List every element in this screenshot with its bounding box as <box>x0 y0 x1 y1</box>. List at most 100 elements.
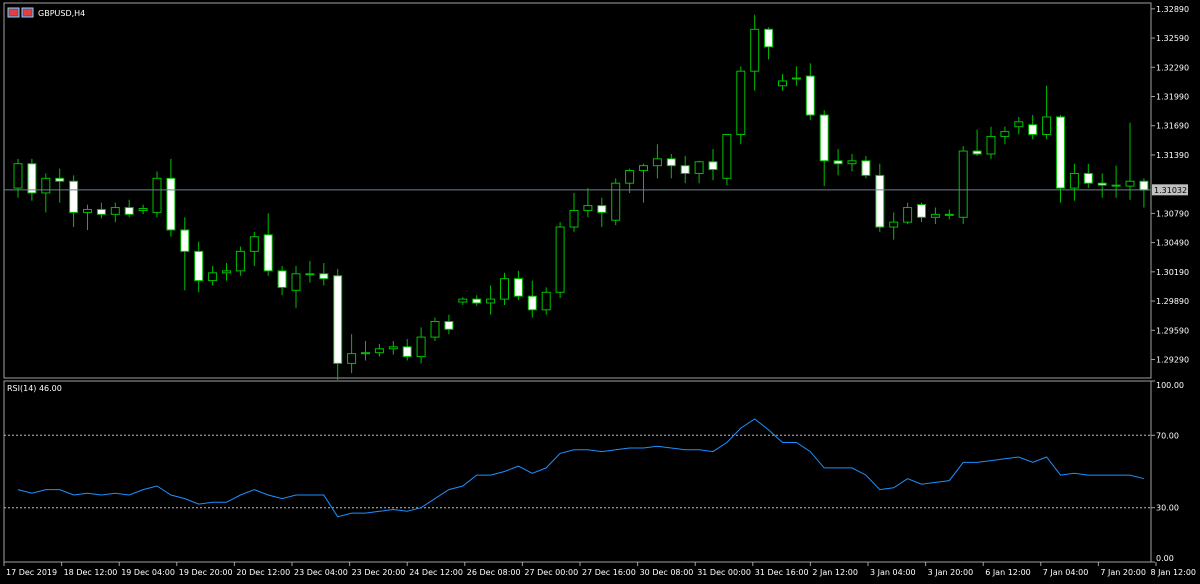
candle-body <box>778 80 787 87</box>
candle-body <box>124 207 134 215</box>
candle-body <box>889 221 899 228</box>
time-tick-label: 19 Dec 20:00 <box>179 568 233 577</box>
candle-body <box>1125 180 1135 187</box>
candle-body <box>402 346 412 358</box>
candle-body <box>1111 184 1121 187</box>
time-tick-label: 6 Jan 12:00 <box>985 568 1031 577</box>
candle-body <box>138 208 148 211</box>
candle-body <box>1069 172 1079 189</box>
time-tick-label: 26 Dec 08:00 <box>467 568 521 577</box>
candle-body <box>791 77 801 80</box>
candle-body <box>333 275 343 364</box>
candle-body <box>639 165 648 172</box>
candle-body <box>166 177 176 231</box>
candle-body <box>180 229 190 252</box>
candle-body <box>249 236 259 252</box>
time-tick-label: 31 Dec 00:00 <box>697 568 751 577</box>
time-tick-label: 3 Jan 04:00 <box>870 568 916 577</box>
candle-body <box>1056 116 1065 189</box>
candle-body <box>1042 116 1052 135</box>
rsi-tick-label: 100.00 <box>1156 381 1184 390</box>
candle-body <box>263 234 273 272</box>
candle-body <box>611 182 621 221</box>
trading-chart[interactable]: GBPUSD,H4 1.32890 1.32590 1.32290 1.31990 1.… <box>0 0 1200 584</box>
current-price-tag: 1.31032 <box>1152 184 1188 196</box>
chart-background <box>0 0 1200 584</box>
candle-body <box>500 278 509 300</box>
candle <box>333 268 343 380</box>
candle-body <box>750 28 760 72</box>
candle <box>958 146 968 225</box>
candle-body <box>833 160 843 165</box>
price-tick-label: 1.31390 <box>1156 151 1189 160</box>
candle-body <box>458 298 468 303</box>
candle-body <box>819 114 829 162</box>
candle-body <box>305 273 315 276</box>
rsi-tick-label: 70.00 <box>1156 431 1179 440</box>
candle-body <box>1139 180 1149 191</box>
rsi-header: RSI(14) 46.00 <box>7 384 62 393</box>
candle-body <box>625 170 635 184</box>
candle-body <box>680 165 690 174</box>
price-tick-label: 1.30490 <box>1156 239 1189 248</box>
candle <box>430 317 440 341</box>
candle-body <box>374 348 384 354</box>
candle-body <box>944 213 954 216</box>
time-tick-label: 27 Dec 16:00 <box>582 568 636 577</box>
candle-body <box>416 336 426 358</box>
price-tick-label: 1.29890 <box>1156 297 1189 306</box>
candle-body <box>41 177 51 194</box>
price-tick-label: 1.32590 <box>1156 34 1189 43</box>
price-tick-label: 1.29290 <box>1156 355 1189 364</box>
candle <box>611 178 621 226</box>
time-tick-label: 7 Jan 20:00 <box>1100 568 1146 577</box>
time-tick-label: 17 Dec 2019 <box>6 568 57 577</box>
candle-body <box>597 205 607 213</box>
candle-body <box>527 295 537 311</box>
candle-body <box>222 270 231 274</box>
candle-body <box>917 204 926 218</box>
candle-body <box>83 208 92 213</box>
candle <box>235 246 245 276</box>
candle-body <box>972 150 982 155</box>
candle-body <box>1097 182 1107 186</box>
time-tick-label: 18 Dec 12:00 <box>64 568 118 577</box>
time-tick-label: 19 Dec 04:00 <box>121 568 175 577</box>
time-tick-label: 24 Dec 12:00 <box>409 568 463 577</box>
buy-icon[interactable] <box>7 7 20 18</box>
candle-body <box>736 70 746 135</box>
candle-body <box>722 133 732 179</box>
candle-body <box>986 135 996 155</box>
price-tick-label: 1.32290 <box>1156 63 1189 72</box>
candle-body <box>27 163 37 194</box>
candle-body <box>1083 172 1093 184</box>
rsi-tick-label: 0.00 <box>1156 554 1174 563</box>
candle-body <box>55 177 65 182</box>
candle-body <box>388 346 398 350</box>
candle-body <box>319 273 329 280</box>
candle-body <box>444 321 454 330</box>
candle-body <box>555 226 565 293</box>
candle-body <box>472 298 482 304</box>
time-tick-label: 23 Dec 20:00 <box>352 568 406 577</box>
candle-body <box>930 213 940 218</box>
sell-icon[interactable] <box>21 7 34 18</box>
candle-body <box>194 250 204 282</box>
price-tick-label: 1.32890 <box>1156 5 1189 14</box>
candle-body <box>1014 121 1024 128</box>
price-tick-label: 1.31690 <box>1156 122 1189 131</box>
rsi-tick-label: 30.00 <box>1156 504 1179 513</box>
candle-body <box>861 160 871 176</box>
candle <box>555 222 565 299</box>
candle-body <box>69 180 79 213</box>
candle-body <box>903 207 913 223</box>
candle-body <box>958 150 968 218</box>
candle-body <box>291 273 301 291</box>
candle-body <box>347 353 357 364</box>
price-tick-label: 1.30190 <box>1156 268 1189 277</box>
candle-body <box>430 321 440 338</box>
candle-body <box>847 160 857 165</box>
candle <box>722 133 732 186</box>
candle-body <box>541 291 551 311</box>
candle-body <box>208 272 218 282</box>
